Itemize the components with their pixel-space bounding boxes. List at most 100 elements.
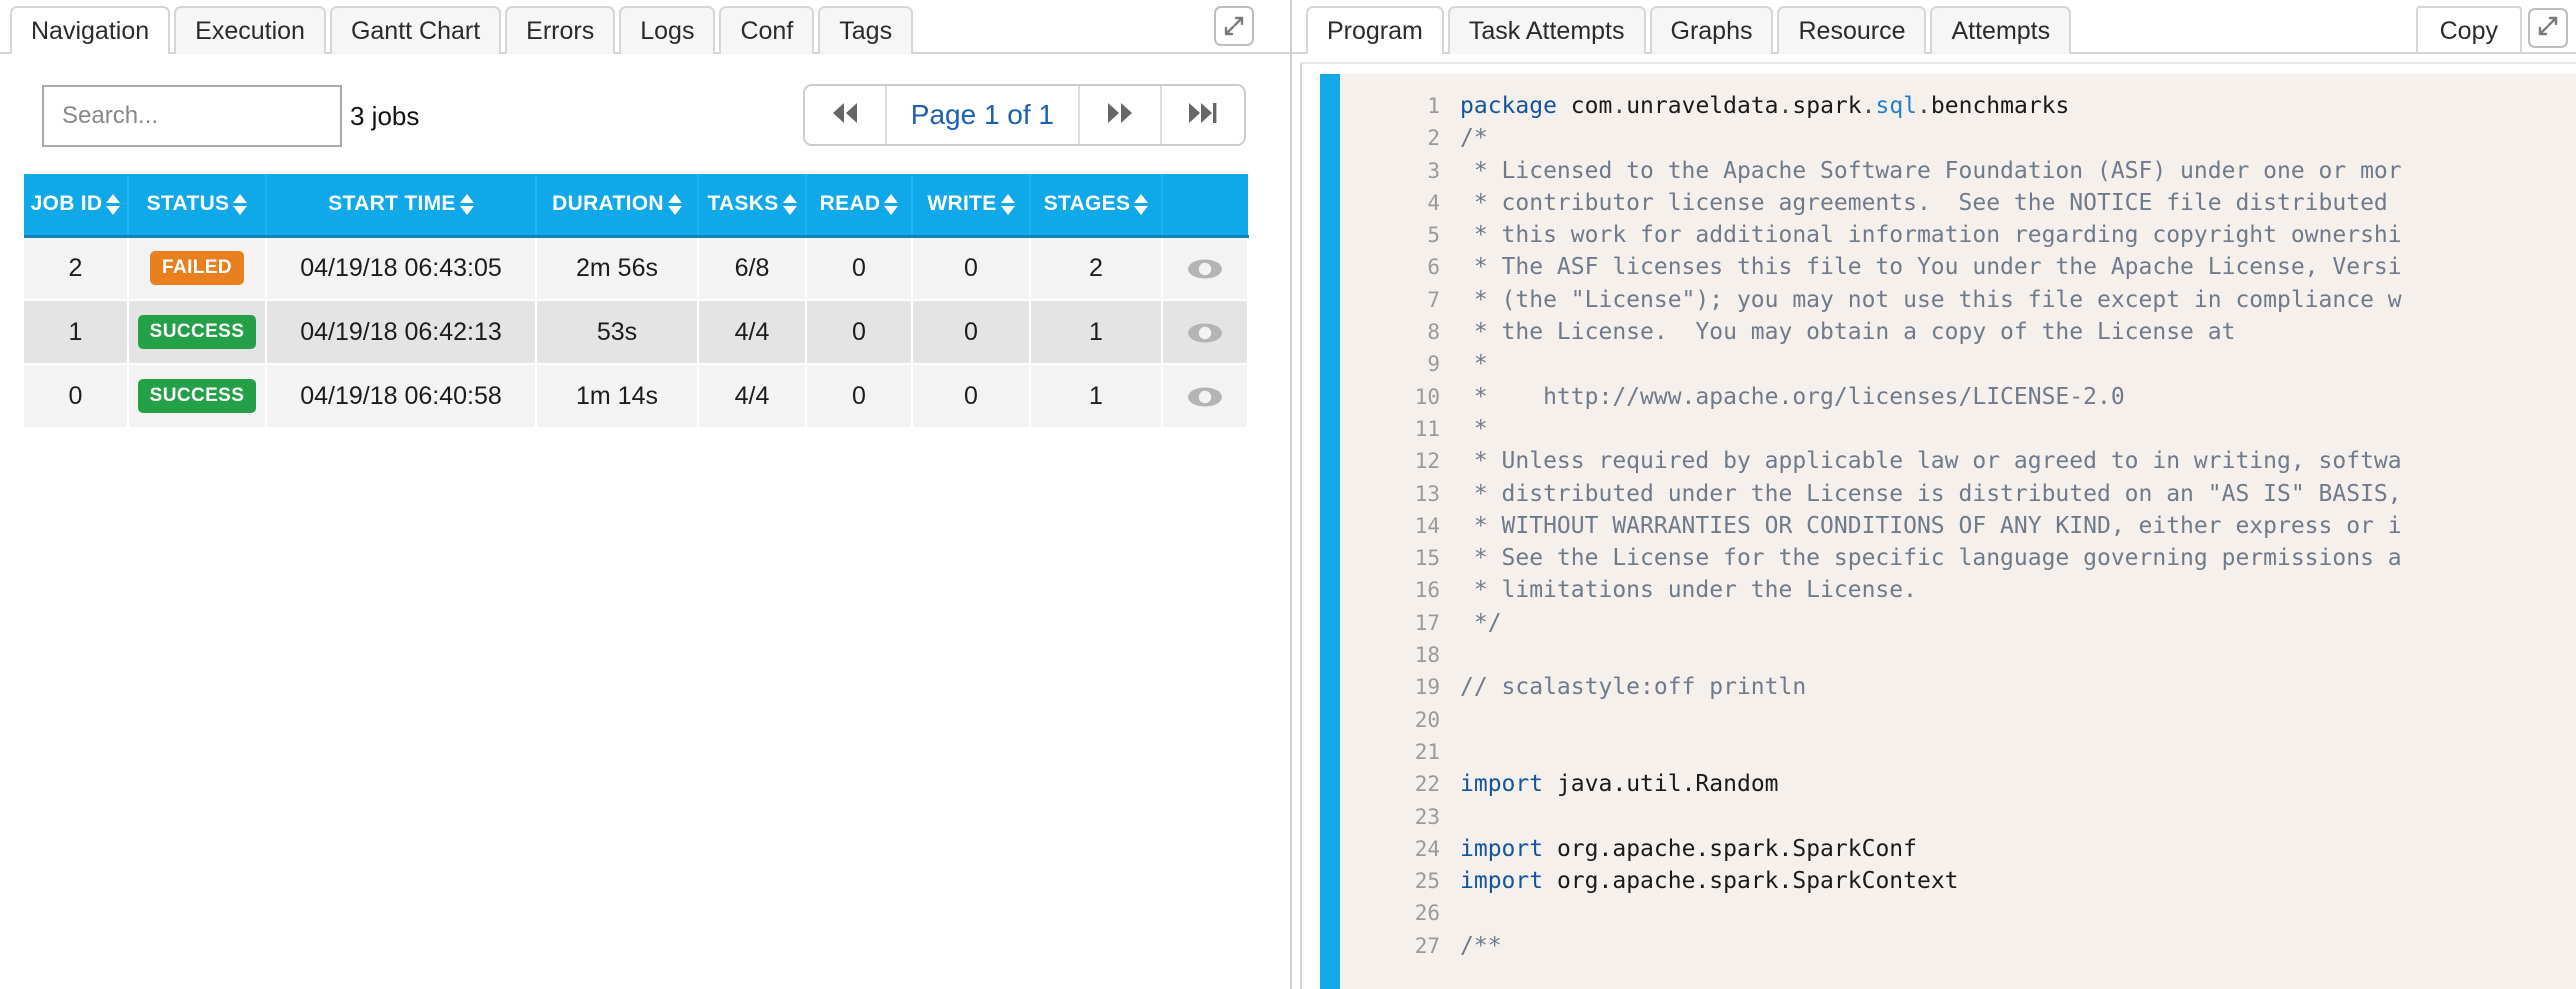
pagination-control: Page 1 of 1	[802, 84, 1246, 146]
line-number: 16	[1414, 578, 1440, 603]
column-header-duration[interactable]: DURATION	[536, 174, 699, 238]
jobs-toolbar: 3 jobs Page 1 of 1	[0, 68, 1290, 164]
cell-job-id: 0	[24, 364, 129, 429]
code-line-text: *	[1460, 415, 1488, 442]
code-line: 17 */	[1340, 607, 2576, 639]
jobs-table-head: JOB ID STATUS START TIME DURATION TASKS READ W…	[24, 174, 1248, 238]
code-line: 6 * The ASF licenses this file to You un…	[1340, 251, 2576, 283]
cell-view-action[interactable]	[1162, 364, 1249, 429]
line-number: 14	[1414, 513, 1440, 538]
code-line: 16 * limitations under the License.	[1340, 574, 2576, 606]
column-header-label: JOB ID	[30, 192, 103, 216]
column-header-tasks[interactable]: TASKS	[698, 174, 807, 238]
sort-arrows-icon[interactable]	[884, 193, 899, 215]
tab-program[interactable]: Program	[1306, 6, 1444, 56]
table-row[interactable]: 0 SUCCESS 04/19/18 06:40:58 1m 14s 4/4 0 0 1	[24, 364, 1249, 429]
line-number: 27	[1414, 933, 1440, 958]
sort-arrows-icon[interactable]	[106, 193, 121, 215]
column-header-status[interactable]: STATUS	[128, 174, 267, 238]
code-line: 1 package com.unraveldata.spark.sql.bench…	[1340, 90, 2576, 122]
tab-task-attempts[interactable]: Task Attempts	[1447, 6, 1646, 54]
code-line-text: */	[1460, 609, 1502, 636]
cell-stages: 1	[1030, 364, 1163, 429]
sort-arrows-icon[interactable]	[1134, 193, 1149, 215]
cell-status: SUCCESS	[128, 364, 267, 429]
code-viewer[interactable]: 1 package com.unraveldata.spark.sql.bench…	[1320, 74, 2576, 989]
eye-icon[interactable]	[1185, 254, 1225, 282]
tab-resource[interactable]: Resource	[1777, 6, 1927, 54]
column-header-start-time[interactable]: START TIME	[266, 174, 537, 238]
tab-execution[interactable]: Execution	[174, 6, 326, 54]
sort-arrows-icon[interactable]	[1000, 193, 1015, 215]
line-number: 20	[1414, 707, 1440, 732]
cell-view-action[interactable]	[1162, 236, 1249, 301]
code-line: 11 *	[1340, 413, 2576, 445]
eye-icon[interactable]	[1185, 318, 1225, 346]
column-header-read[interactable]: READ	[806, 174, 913, 238]
cell-stages: 1	[1030, 300, 1163, 365]
expand-arrows-icon	[1222, 14, 1246, 38]
code-line: 12 * Unless required by applicable law o…	[1340, 445, 2576, 477]
cell-start-time: 04/19/18 06:43:05	[266, 236, 537, 301]
right-panel-actions: Copy	[2415, 6, 2568, 54]
eye-icon[interactable]	[1185, 382, 1225, 410]
column-header-job-id[interactable]: JOB ID	[24, 174, 129, 238]
sort-arrows-icon[interactable]	[782, 193, 797, 215]
tab-attempts[interactable]: Attempts	[1930, 6, 2072, 54]
pagination-last-button[interactable]	[1162, 86, 1244, 144]
cell-status: SUCCESS	[128, 300, 267, 365]
cell-tasks: 6/8	[698, 236, 807, 301]
tab-graphs[interactable]: Graphs	[1649, 6, 1774, 54]
cell-stages: 2	[1030, 236, 1163, 301]
code-line-text: * this work for additional information r…	[1460, 222, 2402, 249]
column-header-label: TASKS	[707, 192, 779, 216]
column-header-label: DURATION	[552, 192, 664, 216]
sort-arrows-icon[interactable]	[459, 193, 474, 215]
line-number: 12	[1414, 449, 1440, 474]
cell-job-id: 1	[24, 300, 129, 365]
code-line: 8 * the License. You may obtain a copy o…	[1340, 316, 2576, 348]
cell-write: 0	[912, 364, 1031, 429]
search-input[interactable]	[42, 85, 342, 147]
line-number: 25	[1414, 869, 1440, 894]
table-row[interactable]: 1 SUCCESS 04/19/18 06:42:13 53s 4/4 0 0 1	[24, 300, 1249, 365]
right-expand-button[interactable]	[2528, 8, 2568, 48]
sort-arrows-icon[interactable]	[667, 193, 682, 215]
tab-gantt-chart[interactable]: Gantt Chart	[329, 6, 502, 54]
tab-tags[interactable]: Tags	[818, 6, 914, 54]
pagination-first-button[interactable]	[804, 86, 887, 144]
column-header-actions	[1162, 174, 1248, 238]
code-accent-bar	[1320, 74, 1340, 989]
tab-logs[interactable]: Logs	[619, 6, 716, 54]
tab-errors[interactable]: Errors	[505, 6, 616, 54]
column-header-write[interactable]: WRITE	[912, 174, 1031, 238]
code-line-text: import java.util.Random	[1460, 771, 1779, 798]
line-number: 23	[1414, 804, 1440, 829]
tab-conf[interactable]: Conf	[719, 6, 815, 54]
column-header-label: STATUS	[146, 192, 230, 216]
sort-arrows-icon[interactable]	[233, 193, 248, 215]
pagination-next-button[interactable]	[1080, 86, 1162, 144]
code-line: 18	[1340, 639, 2576, 671]
line-number: 13	[1414, 481, 1440, 506]
code-line: 24 import org.apache.spark.SparkConf	[1340, 833, 2576, 865]
cell-tasks: 4/4	[698, 364, 807, 429]
code-line-text: * distributed under the License is distr…	[1460, 480, 2402, 507]
code-line: 13 * distributed under the License is di…	[1340, 478, 2576, 510]
line-number: 21	[1414, 739, 1440, 764]
table-row[interactable]: 2 FAILED 04/19/18 06:43:05 2m 56s 6/8 0 0 2	[24, 236, 1249, 301]
left-expand-button[interactable]	[1214, 6, 1254, 46]
jobs-table-body: 2 FAILED 04/19/18 06:43:05 2m 56s 6/8 0 0 2 1 SUC…	[24, 236, 1249, 429]
cell-read: 0	[806, 236, 913, 301]
line-number: 24	[1414, 836, 1440, 861]
code-line: 7 * (the "License"); you may not use thi…	[1340, 284, 2576, 316]
cell-view-action[interactable]	[1162, 300, 1249, 365]
copy-button[interactable]: Copy	[2415, 6, 2522, 54]
column-header-stages[interactable]: STAGES	[1030, 174, 1163, 238]
code-line-text: * The ASF licenses this file to You unde…	[1460, 254, 2402, 281]
fast-forward-icon	[1103, 100, 1137, 131]
pagination-page-label[interactable]: Page 1 of 1	[887, 86, 1080, 144]
code-line-text: /*	[1460, 125, 1488, 152]
tab-navigation[interactable]: Navigation	[10, 6, 171, 56]
code-line: 20	[1340, 704, 2576, 736]
